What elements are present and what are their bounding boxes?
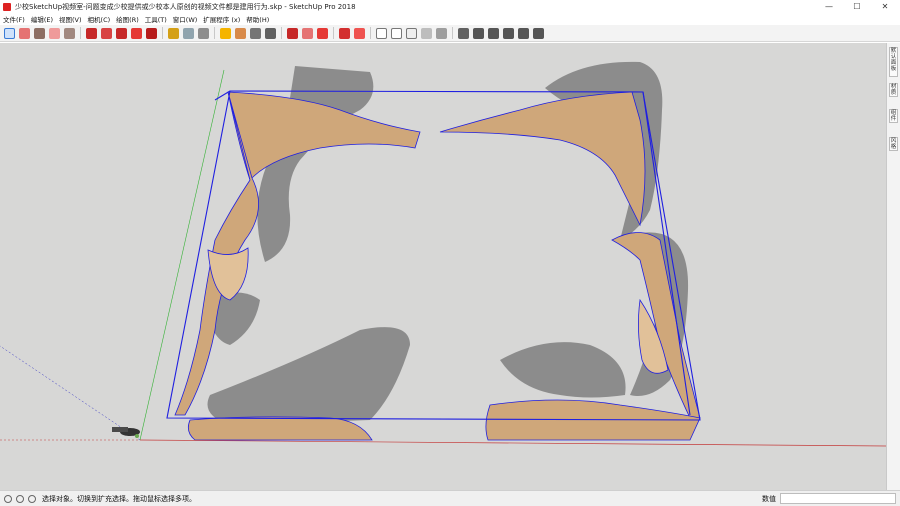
- textured-icon[interactable]: [436, 27, 447, 39]
- menu-help[interactable]: 帮助(H): [243, 14, 272, 24]
- default-tray: 默认面板 材质 组件 风格: [886, 43, 900, 490]
- push-pull-icon[interactable]: [86, 27, 97, 39]
- orbit-icon[interactable]: [220, 27, 231, 39]
- xray-icon[interactable]: [376, 27, 387, 39]
- toolbar-separator: [370, 27, 371, 39]
- scale-icon[interactable]: [146, 27, 157, 39]
- menu-view[interactable]: 视图(V): [56, 14, 85, 24]
- help-icon[interactable]: [28, 494, 36, 503]
- top-view-icon[interactable]: [473, 27, 484, 39]
- offset-icon[interactable]: [101, 27, 112, 39]
- layers-icon[interactable]: [354, 27, 365, 39]
- section-icon[interactable]: [339, 27, 350, 39]
- zoom-icon[interactable]: [250, 27, 261, 39]
- paint-icon[interactable]: [198, 27, 209, 39]
- rectangle-icon[interactable]: [64, 27, 75, 39]
- menu-draw[interactable]: 绘图(R): [113, 14, 142, 24]
- geolocation-icon[interactable]: [4, 494, 12, 503]
- back-view-icon[interactable]: [518, 27, 529, 39]
- tray-tab-default[interactable]: 默认面板: [889, 47, 898, 77]
- wireframe-icon[interactable]: [391, 27, 402, 39]
- rotate-icon[interactable]: [131, 27, 142, 39]
- tray-tab-styles[interactable]: 风格: [889, 137, 898, 151]
- menu-file[interactable]: 文件(F): [0, 14, 28, 24]
- title-bar: 少校SketchUp视频室-问题变成少校提供或少校本人原创的视频文件都是建用行为…: [0, 0, 900, 13]
- shaded-icon[interactable]: [421, 27, 432, 39]
- toolbar-separator: [162, 27, 163, 39]
- hidden-line-icon[interactable]: [406, 27, 417, 39]
- component-icon[interactable]: [302, 27, 313, 39]
- arc-icon[interactable]: [49, 27, 60, 39]
- eraser-icon[interactable]: [19, 27, 30, 39]
- tray-tab-materials[interactable]: 材质: [889, 83, 898, 97]
- toolbar-separator: [80, 27, 81, 39]
- model-viewport[interactable]: [0, 43, 886, 490]
- toolbar-separator: [214, 27, 215, 39]
- menu-extensions[interactable]: 扩展程序 (x): [200, 14, 243, 24]
- menu-bar: 文件(F) 编辑(E) 视图(V) 相机(C) 绘图(R) 工具(T) 窗口(W…: [0, 13, 900, 25]
- menu-window[interactable]: 窗口(W): [170, 14, 201, 24]
- left-view-icon[interactable]: [533, 27, 544, 39]
- red-axis: [139, 439, 886, 447]
- toolbar-separator: [281, 27, 282, 39]
- iso-view-icon[interactable]: [458, 27, 469, 39]
- pan-icon[interactable]: [235, 27, 246, 39]
- sketchup-logo-icon: [3, 2, 11, 11]
- blue-axis: [0, 345, 141, 441]
- measurements-input[interactable]: [780, 493, 896, 504]
- status-bar: 选择对象。切换到扩充选择。拖动鼠标选择多项。 数值: [0, 490, 900, 506]
- menu-tools[interactable]: 工具(T): [142, 14, 170, 24]
- model-canvas[interactable]: [0, 43, 886, 490]
- pencil-icon[interactable]: [34, 27, 45, 39]
- text-icon[interactable]: [183, 27, 194, 39]
- main-toolbar: [0, 25, 900, 42]
- right-view-icon[interactable]: [503, 27, 514, 39]
- toolbar-separator: [333, 27, 334, 39]
- maximize-button[interactable]: ☐: [842, 0, 872, 13]
- person-figure: [112, 427, 140, 438]
- move-icon[interactable]: [116, 27, 127, 39]
- window-title: 少校SketchUp视频室-问题变成少校提供或少校本人原创的视频文件都是建用行为…: [15, 2, 356, 11]
- measurements-label: 数值: [762, 495, 776, 503]
- tray-tab-components[interactable]: 组件: [889, 109, 898, 123]
- zoom-extents-icon[interactable]: [265, 27, 276, 39]
- tape-icon[interactable]: [168, 27, 179, 39]
- menu-edit[interactable]: 编辑(E): [28, 14, 56, 24]
- select-icon[interactable]: [4, 27, 15, 39]
- front-view-icon[interactable]: [488, 27, 499, 39]
- credits-icon[interactable]: [16, 494, 24, 503]
- warehouse-icon[interactable]: [287, 27, 298, 39]
- status-message: 选择对象。切换到扩充选择。拖动鼠标选择多项。: [42, 494, 196, 503]
- toolbar-separator: [452, 27, 453, 39]
- close-button[interactable]: ✕: [870, 0, 900, 13]
- extension-icon[interactable]: [317, 27, 328, 39]
- menu-camera[interactable]: 相机(C): [85, 14, 114, 24]
- minimize-button[interactable]: —: [814, 0, 844, 13]
